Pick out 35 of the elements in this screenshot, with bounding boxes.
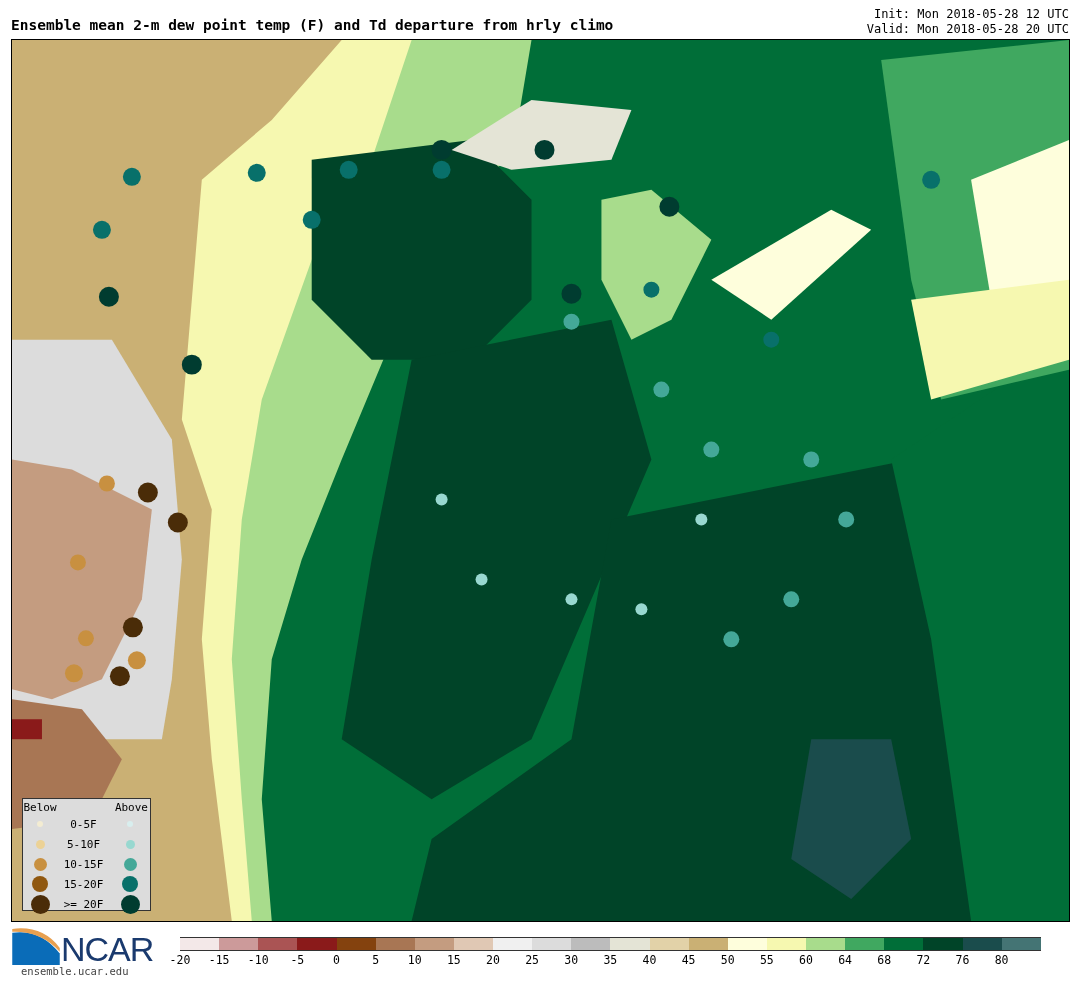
legend-label: 10-15F <box>63 857 104 871</box>
colorbar-tick-label: 72 <box>916 953 931 967</box>
colorbar-tick-label: -15 <box>208 953 230 967</box>
colorbar-tick-label: -5 <box>290 953 305 967</box>
colorbar-tick-label: 15 <box>446 953 461 967</box>
legend-heading: Below <box>23 800 57 814</box>
colorbar-tick-label: 40 <box>642 953 657 967</box>
init-time: Init: Mon 2018-05-28 12 UTC <box>872 7 1069 22</box>
legend-label: 15-20F <box>63 877 104 891</box>
colorbar-tick-label: -10 <box>247 953 269 967</box>
legend-label: >= 20F <box>63 897 104 911</box>
colorbar-tick-label: -20 <box>169 953 191 967</box>
colorbar-tick-label: 80 <box>994 953 1009 967</box>
valid-time: Valid: Mon 2018-05-28 20 UTC <box>866 22 1069 37</box>
colorbar-tick-label: 0 <box>333 953 340 967</box>
colorbar-tick-label: 60 <box>799 953 813 967</box>
colorbar-tick-label: 76 <box>955 953 970 967</box>
ncar-logo: NCAR <box>61 933 154 965</box>
colorbar-tick-label: 20 <box>486 953 500 967</box>
colorbar-tick-label: 50 <box>720 953 735 967</box>
colorbar-tick-label: 35 <box>603 953 618 967</box>
swoosh-icon <box>11 927 61 965</box>
colorbar-tick-label: 10 <box>407 953 422 967</box>
website-url: ensemble.ucar.edu <box>21 965 130 977</box>
colorbar-tick-label: 45 <box>681 953 696 967</box>
colorbar-tick-label: 30 <box>564 953 579 967</box>
legend-label: 5-10F <box>66 837 101 851</box>
colorbar-tick-label: 64 <box>838 953 853 967</box>
legend-heading: Above <box>114 800 148 814</box>
legend-label: 0-5F <box>70 817 97 831</box>
colorbar-tick-label: 68 <box>877 953 892 967</box>
plot-title: Ensemble mean 2-m dew point temp (F) and Td departure from hrly climo <box>11 17 614 35</box>
colorbar-tick-label: 25 <box>525 953 540 967</box>
colorbar-tick-label: 55 <box>759 953 774 967</box>
colorbar-tick-label: 5 <box>372 953 380 967</box>
